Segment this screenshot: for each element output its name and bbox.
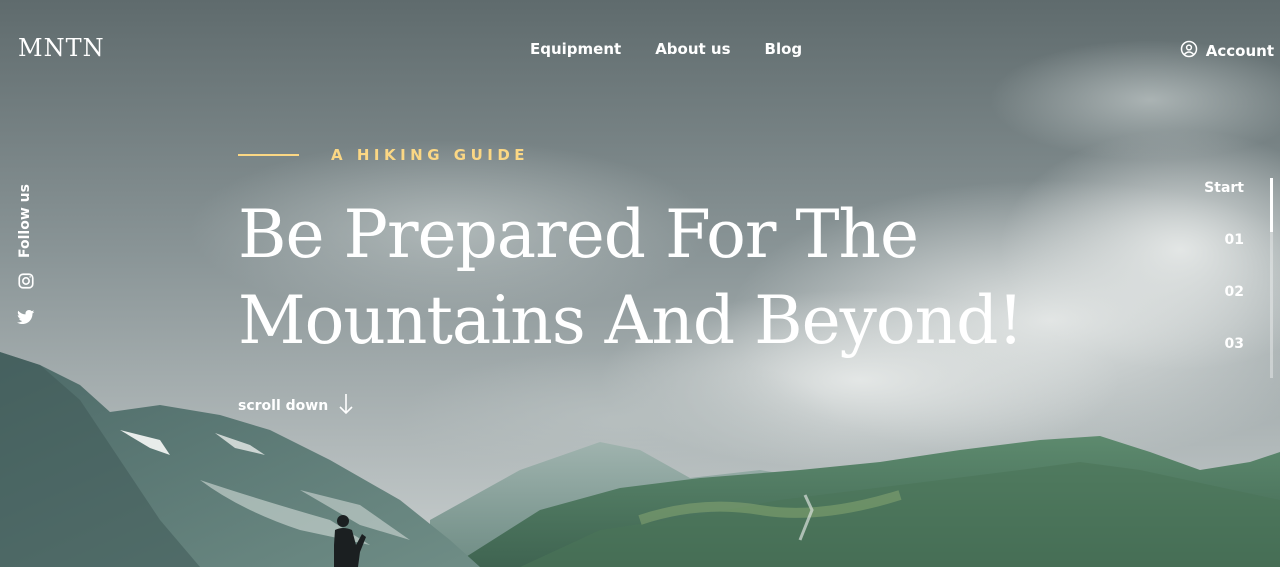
hero-headline-line2: Mountains And Beyond!	[238, 282, 1024, 359]
hero-eyebrow: A HIKING GUIDE	[331, 146, 530, 164]
slide-item-01[interactable]: 01	[1225, 232, 1244, 248]
user-circle-icon	[1180, 40, 1198, 62]
eyebrow-divider	[238, 154, 299, 156]
slide-progress-track	[1270, 178, 1273, 378]
nav-item-about-us[interactable]: About us	[655, 40, 730, 58]
slide-item-start[interactable]: Start	[1204, 180, 1244, 196]
slide-item-02[interactable]: 02	[1225, 284, 1244, 300]
account-link[interactable]: Account	[1180, 40, 1274, 62]
site-logo[interactable]: MNTN	[18, 34, 105, 62]
follow-us: Follow us	[17, 184, 35, 264]
hero-headline-line1: Be Prepared For The	[238, 196, 919, 273]
slide-progress-fill	[1270, 178, 1273, 232]
hero-headline: Be Prepared For The Mountains And Beyond…	[238, 192, 1098, 364]
scroll-down-link[interactable]: scroll down	[238, 393, 354, 419]
instagram-icon[interactable]	[17, 272, 35, 290]
twitter-icon[interactable]	[17, 308, 35, 326]
scroll-down-label: scroll down	[238, 398, 329, 414]
hero-section: MNTN Equipment About us Blog Account Fol…	[0, 0, 1280, 567]
nav-item-blog[interactable]: Blog	[765, 40, 803, 58]
arrow-down-icon	[338, 393, 354, 419]
main-nav: Equipment About us Blog	[530, 40, 802, 58]
slide-item-03[interactable]: 03	[1225, 336, 1244, 352]
nav-item-equipment[interactable]: Equipment	[530, 40, 621, 58]
account-label: Account	[1205, 42, 1274, 60]
follow-us-label: Follow us	[17, 184, 33, 258]
